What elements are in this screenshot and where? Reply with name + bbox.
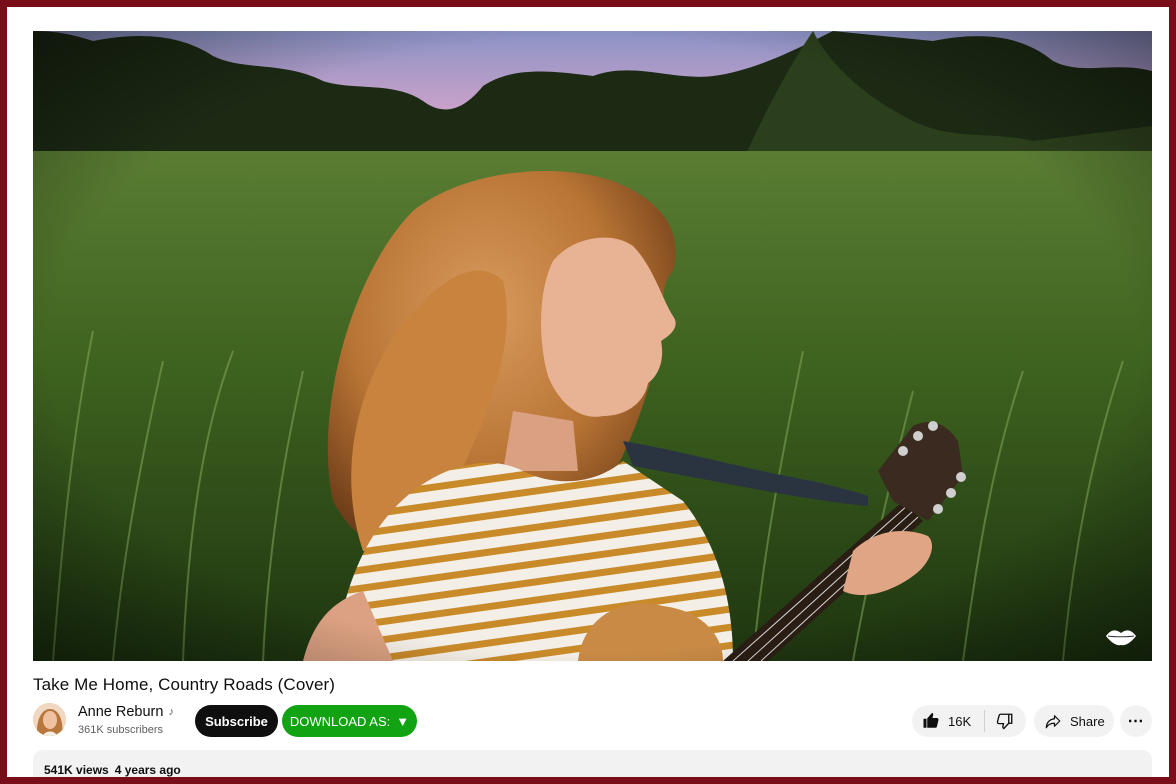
view-count: 541K views	[44, 763, 109, 777]
subscriber-count: 361K subscribers	[78, 724, 163, 736]
subscribe-button[interactable]: Subscribe	[195, 705, 278, 737]
share-button[interactable]: Share	[1034, 705, 1114, 737]
more-icon: ⋯	[1127, 713, 1145, 730]
description-box[interactable]: 541K views 4 years ago	[33, 750, 1152, 777]
share-label: Share	[1070, 713, 1105, 729]
description-meta: 541K views 4 years ago	[44, 763, 181, 777]
dropdown-arrow-icon: ▼	[396, 713, 410, 729]
channel-avatar[interactable]	[33, 703, 66, 736]
download-label: DOWNLOAD AS:	[289, 713, 391, 729]
like-dislike-group: 16K	[912, 705, 1026, 737]
upload-age: 4 years ago	[114, 763, 181, 777]
lips-watermark-icon	[1106, 630, 1136, 646]
thumbs-down-icon	[996, 713, 1013, 730]
channel-name[interactable]: Anne Reburn ♪	[78, 704, 174, 720]
video-title: Take Me Home, Country Roads (Cover)	[33, 675, 336, 694]
avatar-image	[33, 703, 66, 736]
download-button[interactable]: DOWNLOAD AS: ▼	[282, 705, 417, 737]
page-frame: Take Me Home, Country Roads (Cover) Anne…	[7, 7, 1169, 777]
share-icon	[1045, 715, 1061, 729]
video-frame	[33, 31, 1152, 661]
dislike-button[interactable]	[985, 705, 1025, 737]
music-note-icon: ♪	[168, 706, 174, 718]
thumbs-up-icon	[923, 712, 939, 728]
like-button[interactable]: 16K	[912, 705, 984, 737]
video-player[interactable]	[33, 31, 1152, 661]
more-actions-button[interactable]: ⋯	[1120, 705, 1152, 737]
like-count: 16K	[948, 713, 972, 729]
channel-name-label: Anne Reburn	[78, 704, 164, 720]
